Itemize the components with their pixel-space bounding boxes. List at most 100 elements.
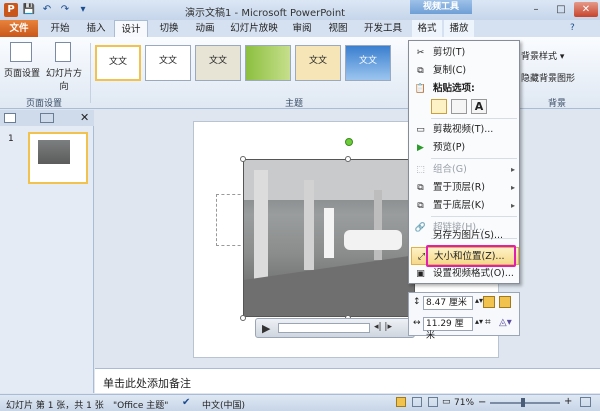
fit-to-window-icon[interactable]	[580, 397, 591, 407]
menu-item-trim-video[interactable]: ▭ 剪裁视频(T)...	[411, 121, 519, 139]
close-button[interactable]: ✕	[574, 2, 598, 17]
send-back-icon[interactable]	[499, 296, 511, 308]
menu-item-group[interactable]: ⬚ 组合(G) ▸	[411, 161, 519, 179]
notes-pane[interactable]: 单击此处添加备注	[95, 368, 600, 393]
spell-check-icon[interactable]: ✔	[182, 397, 190, 408]
tab-slideshow[interactable]: 幻灯片放映	[226, 20, 282, 37]
theme-4[interactable]	[245, 45, 291, 81]
video-seek-bar[interactable]	[278, 323, 370, 333]
highlight-box	[426, 245, 516, 267]
theme-3[interactable]: 文文	[195, 45, 241, 81]
slide-sorter-icon[interactable]	[412, 397, 422, 407]
powerpoint-logo-icon[interactable]: P	[4, 3, 18, 17]
slides-tab-icon[interactable]	[4, 113, 16, 123]
theme-label: 文文	[108, 57, 127, 67]
trim-video-icon: ▭	[416, 125, 425, 135]
height-input[interactable]: 8.47 厘米	[423, 296, 473, 310]
close-panel-icon[interactable]: ✕	[80, 111, 89, 124]
play-icon[interactable]: ▶	[262, 322, 270, 335]
menu-item-copy[interactable]: ⧉ 复制(C)	[411, 62, 519, 80]
theme-2[interactable]: 文文	[145, 45, 191, 81]
slide-thumbnail[interactable]	[28, 132, 88, 184]
submenu-arrow-icon: ▸	[510, 201, 515, 210]
menu-label: 另存为图片(S)...	[433, 230, 504, 241]
resize-handle[interactable]	[345, 156, 351, 162]
menu-label: 粘贴选项:	[433, 83, 475, 94]
tab-home[interactable]: 开始	[42, 20, 78, 37]
background-styles-button[interactable]: 背景样式 ▾	[521, 49, 564, 62]
page-setup-button[interactable]	[6, 42, 36, 65]
format-video-icon: ▣	[416, 269, 425, 279]
theme-office[interactable]: 文文	[95, 45, 141, 81]
menu-item-send-to-back[interactable]: ⧉ 置于底层(K) ▸	[411, 197, 519, 215]
ribbon-tabs: 文件 开始 插入 设计 切换 动画 幻灯片放映 审阅 视图 开发工具 格式 播放…	[0, 20, 600, 37]
hide-background-checkbox[interactable]: 隐藏背景图形	[521, 71, 575, 84]
slides-panel-tabs: ✕	[0, 110, 94, 126]
tab-format[interactable]: 格式	[412, 20, 442, 37]
width-input[interactable]: 11.29 厘米	[423, 317, 473, 341]
zoom-level[interactable]: 71%	[454, 398, 474, 408]
tab-file[interactable]: 文件	[0, 20, 38, 37]
page-setup-icon	[10, 42, 32, 62]
customize-qat-icon[interactable]: ▾	[76, 3, 90, 17]
height-spinner[interactable]: ▴▾	[475, 296, 483, 305]
save-icon[interactable]: 💾	[22, 3, 36, 17]
resize-handle[interactable]	[240, 315, 246, 321]
theme-6[interactable]: 文文	[345, 45, 391, 81]
tab-view[interactable]: 视图	[322, 20, 354, 37]
normal-view-icon[interactable]	[396, 397, 406, 407]
group-icon: ⬚	[416, 165, 425, 175]
quick-access-toolbar: P 💾 ↶ ↷ ▾	[4, 3, 90, 17]
undo-icon[interactable]: ↶	[40, 3, 54, 17]
slideshow-icon[interactable]: ▭	[442, 397, 451, 407]
paste-picture-icon[interactable]	[451, 99, 467, 114]
tab-transitions[interactable]: 切换	[152, 20, 186, 37]
tab-playback[interactable]: 播放	[444, 20, 474, 37]
help-icon[interactable]: ?	[570, 23, 575, 33]
redo-icon[interactable]: ↷	[58, 3, 72, 17]
crop-icon[interactable]: ⌗	[485, 317, 491, 328]
maximize-button[interactable]: □	[549, 2, 573, 17]
tab-design[interactable]: 设计	[114, 20, 148, 37]
minimize-button[interactable]: –	[524, 2, 548, 17]
slide-orientation-button[interactable]	[48, 42, 78, 65]
theme-5[interactable]: 文文	[295, 45, 341, 81]
width-spinner[interactable]: ▴▾	[475, 317, 483, 326]
rotate-handle[interactable]	[345, 138, 353, 146]
zoom-slider-thumb[interactable]	[521, 398, 525, 407]
paste-text-only-icon[interactable]: A	[471, 99, 487, 114]
scissors-icon: ✂	[416, 48, 425, 58]
video-object[interactable]	[243, 159, 415, 317]
bring-front-icon[interactable]	[483, 296, 495, 308]
submenu-arrow-icon: ▸	[510, 183, 515, 192]
video-frame-image	[244, 160, 414, 316]
menu-label: 置于顶层(R)	[433, 182, 486, 193]
play-icon: ▶	[417, 143, 424, 153]
zoom-in-icon[interactable]: +	[564, 396, 572, 407]
outline-tab-icon[interactable]	[40, 113, 54, 123]
seek-buttons-icon[interactable]: ◂| |▸	[374, 322, 392, 332]
video-style-icon[interactable]: ◬▾	[499, 317, 512, 328]
menu-item-bring-to-front[interactable]: ⧉ 置于顶层(R) ▸	[411, 179, 519, 197]
language-status[interactable]: 中文(中国)	[202, 398, 245, 411]
reading-view-icon[interactable]	[428, 397, 438, 407]
menu-item-cut[interactable]: ✂ 剪切(T)	[411, 44, 519, 62]
placeholder-box[interactable]	[216, 194, 246, 246]
paste-keep-source-icon[interactable]	[431, 99, 447, 114]
menu-item-format-video[interactable]: ▣ 设置视频格式(O)...	[411, 265, 519, 283]
tab-developer[interactable]: 开发工具	[358, 20, 408, 37]
slides-panel: ✕ 1	[0, 110, 94, 393]
zoom-out-icon[interactable]: −	[478, 397, 486, 408]
group-label-page-setup: 页面设置	[26, 99, 63, 109]
menu-item-preview[interactable]: ▶ 预览(P)	[411, 139, 519, 157]
theme-label: 文文	[308, 56, 327, 66]
send-back-icon: ⧉	[417, 201, 424, 211]
tab-review[interactable]: 审阅	[286, 20, 318, 37]
tab-insert[interactable]: 插入	[80, 20, 112, 37]
menu-item-save-as-picture[interactable]: 另存为图片(S)...	[411, 227, 519, 245]
copy-icon: ⧉	[417, 66, 424, 76]
tab-animations[interactable]: 动画	[188, 20, 222, 37]
group-label-theme: 主题	[285, 99, 304, 109]
zoom-slider[interactable]	[490, 402, 560, 404]
resize-handle[interactable]	[240, 156, 246, 162]
